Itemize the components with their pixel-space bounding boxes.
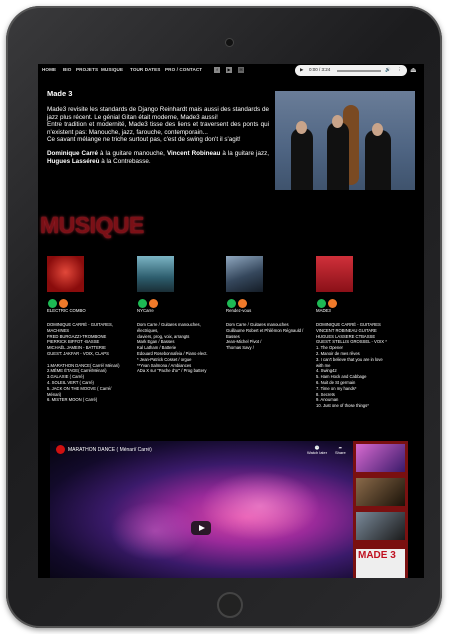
nav-tour-dates[interactable]: TOUR DATES	[130, 67, 160, 72]
intro-paragraph: Ce savant mélange ne triche surtout pas,…	[47, 136, 241, 144]
youtube-embed[interactable]: MARATHON DANCE ( Ménari/ Carré) 🕒 Watch l…	[50, 441, 408, 578]
spotify-icon[interactable]	[317, 299, 326, 308]
album-cover[interactable]	[47, 256, 84, 292]
band-photo	[275, 91, 415, 190]
album-cover[interactable]	[316, 256, 353, 292]
home-button[interactable]	[217, 592, 243, 618]
nav-projets[interactable]: PROJETS	[76, 67, 98, 72]
page-title: Made 3	[47, 89, 73, 98]
youtube-icon[interactable]: ▶	[226, 67, 232, 73]
album-tracklist: DOMINIQUE CARRÉ - GUITARES VINCENT ROBINE…	[316, 322, 387, 409]
facebook-icon[interactable]: f	[214, 67, 220, 73]
top-nav: HOME BIO PROJETS MUSIQUE TOUR DATES PRO …	[38, 64, 424, 77]
watch-later-button[interactable]: 🕒 Watch later	[307, 445, 327, 455]
album-title: NYCarre	[137, 308, 154, 313]
play-button[interactable]	[191, 521, 211, 535]
camera-lens	[225, 38, 234, 47]
apple-music-icon[interactable]	[238, 299, 247, 308]
web-page: HOME BIO PROJETS MUSIQUE TOUR DATES PRO …	[38, 64, 424, 578]
playlist-thumbnail[interactable]: MADE 3	[356, 549, 405, 578]
apple-music-icon[interactable]	[328, 299, 337, 308]
video-title[interactable]: MARATHON DANCE ( Ménari/ Carré)	[68, 447, 152, 453]
video-frame[interactable]: MARATHON DANCE ( Ménari/ Carré) 🕒 Watch l…	[50, 441, 353, 578]
play-icon[interactable]: ▶	[300, 67, 303, 73]
spotify-icon[interactable]	[227, 299, 236, 308]
album-cover[interactable]	[226, 256, 263, 292]
audio-player: ▶ 0:00 / 3:24 🔊 ⋮	[295, 65, 407, 76]
eject-icon[interactable]: ⏏	[410, 67, 417, 74]
intro-paragraph: Entre tradition et modernité, Made3 tiss…	[47, 121, 269, 136]
seek-bar[interactable]	[337, 70, 381, 72]
email-icon[interactable]: ✉	[238, 67, 244, 73]
musique-heading: MUSIQUE	[40, 212, 144, 238]
spotify-icon[interactable]	[48, 299, 57, 308]
nav-home[interactable]: HOME	[42, 67, 56, 72]
album-title: ELECTRIC COMBO	[47, 308, 86, 313]
playlist-thumbnail[interactable]	[356, 512, 405, 540]
album-title: MADE3	[316, 308, 331, 313]
album-cover[interactable]	[137, 256, 174, 292]
playlist-thumbnail[interactable]	[356, 444, 405, 472]
nav-bio[interactable]: BIO	[63, 67, 71, 72]
apple-music-icon[interactable]	[59, 299, 68, 308]
time-display: 0:00 / 3:24	[309, 67, 331, 72]
share-button[interactable]: ➦ Share	[335, 445, 346, 455]
apple-music-icon[interactable]	[149, 299, 158, 308]
musicians-paragraph: Dominique Carré à la guitare manouche, V…	[47, 149, 269, 165]
video-playlist: MADE 3	[353, 441, 408, 578]
channel-avatar[interactable]	[56, 445, 65, 454]
album-tracklist: DOMINIQUE CARRÉ - GUITARES, MACHINES FRED …	[47, 322, 120, 403]
spotify-icon[interactable]	[138, 299, 147, 308]
tablet-frame: HOME BIO PROJETS MUSIQUE TOUR DATES PRO …	[6, 6, 442, 628]
album-tracklist: Dom Carre / Guitares manouches Guillaume …	[226, 322, 304, 351]
nav-musique[interactable]: MUSIQUE	[101, 67, 123, 72]
intro-text: Made3 revisite les standards de Django R…	[47, 106, 269, 165]
intro-paragraph: Made3 revisite les standards de Django R…	[47, 106, 269, 121]
playlist-thumbnail[interactable]	[356, 478, 405, 506]
more-icon[interactable]: ⋮	[397, 67, 402, 73]
album-title: Rendez-vous	[226, 308, 252, 313]
nav-pro-contact[interactable]: PRO / CONTACT	[165, 67, 202, 72]
album-tracklist: Dom Carre / Guitares manouches, électriqu…	[137, 322, 208, 374]
volume-icon[interactable]: 🔊	[385, 67, 391, 73]
